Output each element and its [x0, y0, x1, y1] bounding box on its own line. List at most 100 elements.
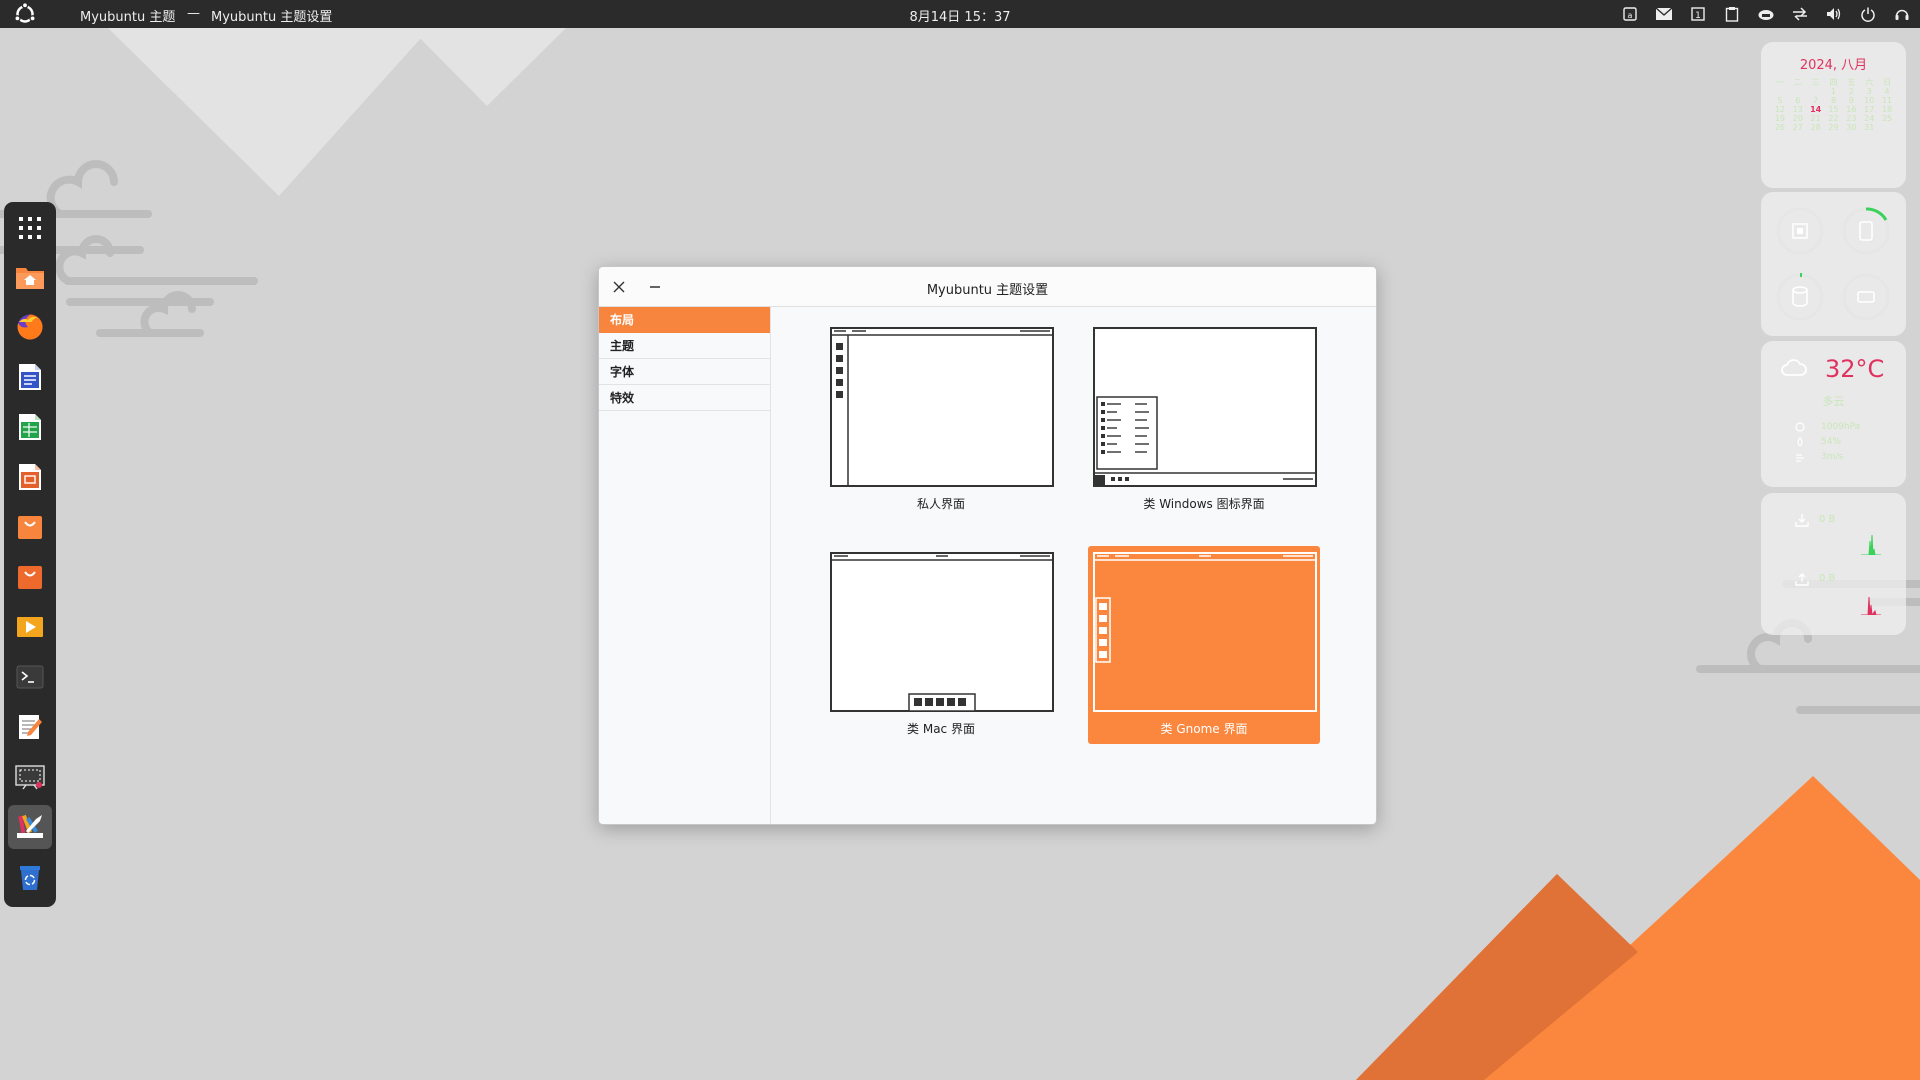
calendar-grid: 一二三四五六日 1 2 3 4 5 6 7 8 9 10 11 12 13 14 15 16 17 18 19 20 21…	[1771, 78, 1896, 132]
calendar-day[interactable]: 30	[1842, 123, 1860, 132]
calendar-day[interactable]: 1	[1825, 87, 1843, 96]
battery-gauge	[1839, 270, 1893, 324]
weather-wind: 3m/s	[1821, 452, 1844, 462]
headset-icon[interactable]	[1892, 4, 1912, 24]
calendar-day[interactable]: 3	[1860, 87, 1878, 96]
app-indicator-icon[interactable]: a	[1620, 4, 1640, 24]
impress-launcher[interactable]	[14, 461, 46, 493]
calendar-day[interactable]: 19	[1771, 114, 1789, 123]
volume-icon[interactable]	[1824, 4, 1844, 24]
calendar-day[interactable]: 13	[1789, 105, 1807, 114]
calendar-day[interactable]	[1789, 87, 1807, 96]
calendar-weekday: 六	[1865, 78, 1874, 87]
layout-label-gnome: 类 Gnome 界面	[1160, 722, 1248, 736]
trash-icon	[20, 866, 40, 890]
firefox-icon	[17, 314, 43, 340]
grid-icon	[19, 217, 41, 239]
calendar-day[interactable]: 12	[1771, 105, 1789, 114]
writer-launcher[interactable]	[14, 361, 46, 393]
calendar-day[interactable]: 21	[1807, 114, 1825, 123]
terminal-launcher[interactable]	[14, 661, 46, 693]
calendar-day[interactable]: 9	[1842, 96, 1860, 105]
weather-widget[interactable]: 32°C 多云 1009hPa 54% 3m/s	[1761, 341, 1906, 487]
upload-graph	[1861, 596, 1881, 615]
calendar-weekday: 一	[1775, 78, 1784, 87]
text-editor-launcher[interactable]	[14, 711, 46, 743]
calendar-day[interactable]: 5	[1771, 96, 1789, 105]
top-panel: Myubuntu 主题 — Myubuntu 主题设置 8月14日 15：37 …	[0, 0, 1920, 28]
layout-option-mac[interactable]: 类 Mac 界面	[825, 546, 1057, 744]
app-store-launcher[interactable]	[14, 561, 46, 593]
screenshot-icon	[15, 765, 45, 790]
calendar-day[interactable]: 22	[1825, 114, 1843, 123]
layout-option-windows[interactable]: 类 Windows 图标界面	[1088, 321, 1320, 519]
network-icon[interactable]	[1790, 4, 1810, 24]
clipboard-icon[interactable]	[1722, 4, 1742, 24]
mail-icon[interactable]	[1654, 4, 1674, 24]
upload-icon	[1795, 573, 1809, 586]
calendar-day[interactable]: 26	[1771, 123, 1789, 132]
calendar-weekday: 五	[1847, 78, 1856, 87]
system-monitor-widget[interactable]	[1761, 192, 1906, 336]
power-icon[interactable]	[1858, 4, 1878, 24]
calendar-day[interactable]: 20	[1789, 114, 1807, 123]
cloud-icon	[1781, 359, 1807, 376]
calendar-day[interactable]: 7	[1807, 96, 1825, 105]
calendar-day[interactable]: 23	[1842, 114, 1860, 123]
disk-icon	[1792, 286, 1808, 294]
home-folder-icon	[16, 268, 44, 289]
memory-gauge	[1839, 204, 1893, 258]
shopping-bag-icon	[18, 516, 42, 539]
layout-option-gnome[interactable]: 类 Gnome 界面	[1088, 546, 1320, 744]
calc-launcher[interactable]	[14, 411, 46, 443]
calendar-day[interactable]: 29	[1825, 123, 1843, 132]
calendar-day[interactable]: 16	[1842, 105, 1860, 114]
calendar-day[interactable]: 18	[1878, 105, 1896, 114]
calendar-day[interactable]: 10	[1860, 96, 1878, 105]
sidebar-item-font[interactable]: 字体	[599, 359, 770, 385]
layout-label-windows: 类 Windows 图标界面	[1143, 497, 1265, 511]
calendar-day[interactable]: 2	[1842, 87, 1860, 96]
trash-launcher[interactable]	[14, 861, 46, 893]
calendar-day[interactable]: 25	[1878, 114, 1896, 123]
theme-settings-launcher[interactable]	[8, 805, 52, 849]
settings-sidebar: 布局 主题 字体 特效	[599, 307, 771, 824]
calendar-day[interactable]: 31	[1860, 123, 1878, 132]
download-graph	[1861, 534, 1881, 555]
calendar-day[interactable]: 6	[1789, 96, 1807, 105]
upload-speed: 0 B	[1819, 573, 1836, 584]
calendar-day[interactable]: 17	[1860, 105, 1878, 114]
spreadsheet-icon	[19, 414, 41, 440]
calendar-day[interactable]: 24	[1860, 114, 1878, 123]
calendar-day[interactable]: 8	[1825, 96, 1843, 105]
calendar-day[interactable]: 4	[1878, 87, 1896, 96]
calendar-day[interactable]: 28	[1807, 123, 1825, 132]
workspace-icon[interactable]: 1	[1688, 4, 1708, 24]
calendar-day[interactable]: 11	[1878, 96, 1896, 105]
firefox-launcher[interactable]	[14, 311, 46, 343]
pressure-icon	[1795, 422, 1805, 432]
calendar-widget[interactable]: 2024, 八月 一二三四五六日 1 2 3 4 5 6 7 8 9 10 11 12 13 14 15 16 1…	[1761, 42, 1906, 188]
sidebar-item-layout[interactable]: 布局	[599, 307, 770, 333]
sidebar-item-theme[interactable]: 主题	[599, 333, 770, 359]
network-widget[interactable]: 0 B 0 B	[1761, 493, 1906, 635]
calendar-day[interactable]	[1878, 123, 1896, 132]
app-grid-button[interactable]	[14, 212, 46, 244]
video-player-launcher[interactable]	[14, 611, 46, 643]
calendar-day[interactable]: 15	[1825, 105, 1843, 114]
cpu-gauge	[1773, 204, 1827, 258]
screenshot-launcher[interactable]	[14, 761, 46, 793]
terminal-icon	[16, 665, 44, 689]
calendar-day[interactable]	[1807, 87, 1825, 96]
weather-pressure: 1009hPa	[1821, 422, 1861, 432]
layout-option-private[interactable]: 私人界面	[825, 321, 1057, 519]
calendar-day-today[interactable]: 14	[1807, 105, 1825, 114]
calendar-day[interactable]	[1771, 87, 1789, 96]
software-center-launcher[interactable]	[14, 511, 46, 543]
cloud-icon[interactable]	[1756, 4, 1776, 24]
sidebar-item-effects[interactable]: 特效	[599, 385, 770, 411]
dialog-title: Myubuntu 主题设置	[926, 283, 1049, 298]
calendar-day[interactable]: 27	[1789, 123, 1807, 132]
files-launcher[interactable]	[14, 261, 46, 293]
weather-condition: 多云	[1822, 395, 1845, 408]
